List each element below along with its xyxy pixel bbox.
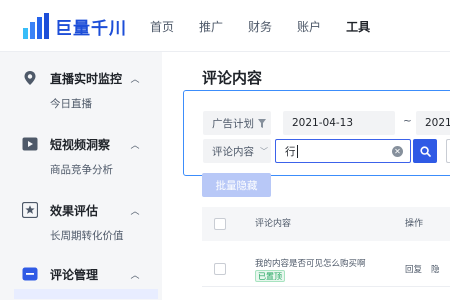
nav-account[interactable]: 账户 bbox=[297, 18, 321, 35]
date-start-input[interactable]: 2021-04-13 bbox=[283, 111, 395, 135]
search-input-value: 行 bbox=[285, 145, 296, 158]
sidebar-section-effect-eval: 效果评估 ︿ 长周期转化价值 bbox=[0, 195, 162, 247]
sidebar-section-comment-manage: 评论管理 ︿ bbox=[0, 259, 162, 299]
top-bar: 巨量千川 首页 推广 财务 账户 工具 bbox=[0, 0, 450, 52]
comment-content: 我的内容是否可见怎么购买啊 bbox=[255, 259, 366, 269]
column-header-content: 评论内容 bbox=[255, 219, 292, 229]
sidebar-item-active-highlight[interactable] bbox=[14, 289, 158, 299]
plan-filter-select[interactable]: 广告计划 bbox=[203, 111, 271, 135]
sidebar-section-header[interactable]: 直播实时监控 ︿ bbox=[0, 63, 162, 93]
star-icon bbox=[22, 202, 38, 218]
sidebar-section-header[interactable]: 评论管理 ︿ bbox=[0, 259, 162, 289]
sidebar-section-header[interactable]: 效果评估 ︿ bbox=[0, 195, 162, 225]
sidebar-item-long-term-value[interactable]: 长周期转化价值 bbox=[0, 225, 162, 247]
logo-bars-icon bbox=[22, 13, 50, 39]
status-badge: 已置顶 bbox=[255, 270, 285, 282]
row-checkbox[interactable] bbox=[214, 263, 226, 275]
sidebar-item-product-competition[interactable]: 商品竞争分析 bbox=[0, 159, 162, 181]
sidebar: 直播实时监控 ︿ 今日直播 短视频洞察 ︿ 商品竞争分析 效果评估 ︿ 长周期转… bbox=[0, 52, 162, 300]
more-filter-button[interactable] bbox=[446, 139, 450, 163]
chevron-down-icon: ﹀ bbox=[260, 146, 268, 156]
bulk-hide-button[interactable]: 批量隐藏 bbox=[202, 173, 271, 197]
table-header: 评论内容 操作 bbox=[202, 207, 450, 241]
chevron-up-icon[interactable]: ︿ bbox=[128, 268, 142, 281]
sidebar-section-title: 短视频洞察 bbox=[50, 137, 111, 152]
clear-icon[interactable]: ✕ bbox=[392, 146, 403, 157]
text-caret bbox=[296, 144, 298, 158]
search-input[interactable]: 行 bbox=[275, 139, 411, 163]
top-nav: 首页 推广 财务 账户 工具 bbox=[150, 0, 395, 52]
sidebar-item-today-live[interactable]: 今日直播 bbox=[0, 93, 162, 115]
comment-icon bbox=[22, 266, 38, 282]
location-pin-icon bbox=[22, 70, 38, 86]
nav-finance[interactable]: 财务 bbox=[248, 18, 272, 35]
search-button[interactable] bbox=[413, 139, 437, 163]
date-end-value: 2021- bbox=[425, 117, 450, 129]
video-play-icon bbox=[22, 136, 38, 152]
page-title: 评论内容 bbox=[202, 69, 263, 87]
field-select[interactable]: 评论内容 ﹀ bbox=[203, 139, 271, 163]
chevron-up-icon[interactable]: ︿ bbox=[128, 138, 142, 151]
sidebar-section-header[interactable]: 短视频洞察 ︿ bbox=[0, 129, 162, 159]
date-start-value: 2021-04-13 bbox=[292, 117, 354, 129]
nav-tools[interactable]: 工具 bbox=[346, 18, 370, 35]
sidebar-section-title: 效果评估 bbox=[50, 203, 99, 218]
date-range-separator: ~ bbox=[403, 115, 412, 127]
nav-home[interactable]: 首页 bbox=[150, 18, 174, 35]
reply-link[interactable]: 回复 bbox=[405, 263, 422, 275]
filter-panel: 广告计划 2021-04-13 ~ 2021- 评论内容 ﹀ 行 ✕ bbox=[183, 90, 450, 176]
date-end-input[interactable]: 2021- bbox=[416, 111, 450, 135]
column-header-actions: 操作 bbox=[405, 219, 424, 229]
hide-link[interactable]: 隐 bbox=[431, 263, 440, 275]
search-icon bbox=[419, 145, 431, 157]
main-content: 评论内容 广告计划 2021-04-13 ~ 2021- 评论内容 ﹀ 行 ✕ bbox=[162, 52, 450, 300]
sidebar-section-title: 评论管理 bbox=[50, 267, 99, 282]
funnel-icon bbox=[258, 118, 266, 128]
table-row: 我的内容是否可见怎么购买啊 已置顶 回复 隐 bbox=[202, 251, 450, 287]
sidebar-section-video-insight: 短视频洞察 ︿ 商品竞争分析 bbox=[0, 129, 162, 181]
nav-promote[interactable]: 推广 bbox=[199, 18, 223, 35]
sidebar-section-live-monitor: 直播实时监控 ︿ 今日直播 bbox=[0, 63, 162, 115]
chevron-up-icon[interactable]: ︿ bbox=[128, 72, 142, 85]
plan-filter-label: 广告计划 bbox=[212, 117, 254, 130]
field-select-label: 评论内容 bbox=[212, 145, 254, 158]
select-all-checkbox[interactable] bbox=[214, 218, 226, 230]
chevron-up-icon[interactable]: ︿ bbox=[128, 204, 142, 217]
brand-logo[interactable]: 巨量千川 bbox=[22, 13, 127, 39]
sidebar-section-title: 直播实时监控 bbox=[50, 71, 123, 86]
brand-name: 巨量千川 bbox=[55, 18, 127, 39]
